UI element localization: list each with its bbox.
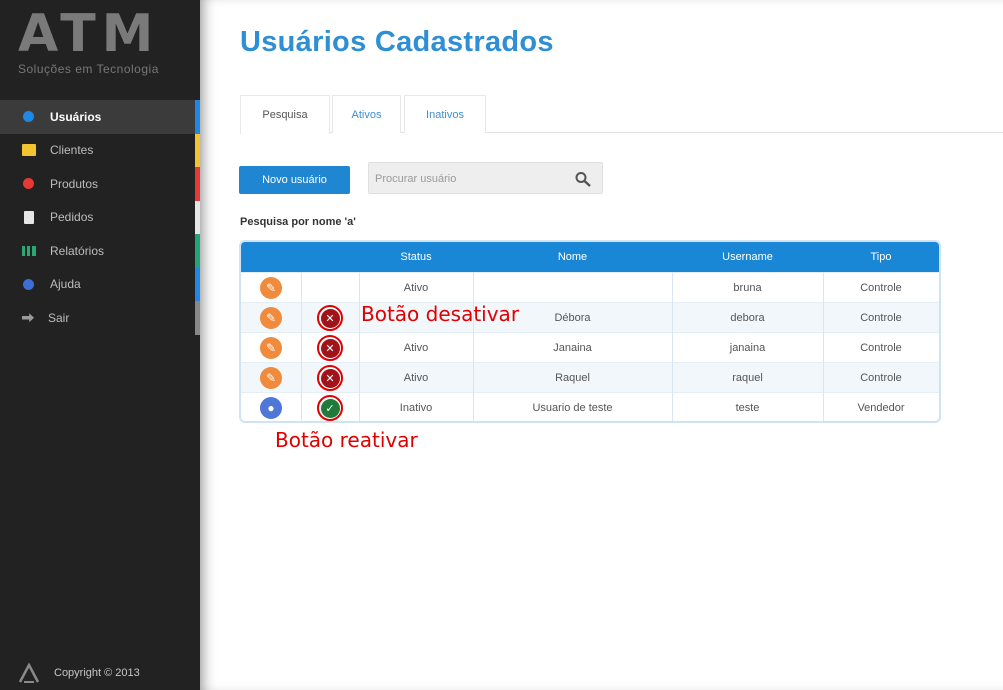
close-icon: ✕	[320, 308, 340, 328]
type-cell: Vendedor	[857, 402, 905, 414]
users-table: Status Nome Username Tipo ✎ Ativo bruna …	[239, 240, 941, 423]
sidebar: ATM Soluções em Tecnologia Usuários Clie…	[0, 0, 200, 690]
sidebar-item-relatorios[interactable]: Relatórios	[0, 234, 200, 268]
column-divider	[301, 272, 302, 421]
column-header-tipo[interactable]: Tipo	[823, 242, 939, 272]
type-cell: Controle	[860, 372, 902, 384]
name-cell: Usuario de teste	[532, 402, 613, 414]
username-cell: bruna	[733, 282, 762, 294]
table-row: ● ✓ Inativo Usuario de teste teste Vende…	[241, 392, 939, 421]
row-toggle-cell: ✕	[301, 303, 359, 333]
exit-icon	[22, 313, 34, 323]
row-toggle-cell: ✕	[301, 363, 359, 393]
tab-bar: Pesquisa Ativos Inativos	[240, 95, 1003, 134]
deactivate-button[interactable]: ✕	[317, 305, 343, 331]
view-icon[interactable]: ●	[260, 397, 282, 419]
username-cell: teste	[735, 402, 760, 414]
name-cell	[473, 273, 672, 303]
type-cell: Controle	[860, 342, 902, 354]
sidebar-item-label: Produtos	[50, 176, 99, 191]
sidebar-item-produtos[interactable]: Produtos	[0, 167, 200, 201]
row-action-cell: ●	[241, 393, 301, 421]
sidebar-item-clientes[interactable]: Clientes	[0, 133, 200, 167]
column-divider	[359, 272, 360, 421]
users-icon	[23, 111, 34, 123]
username-cell: debora	[730, 312, 765, 324]
search-icon[interactable]	[574, 171, 592, 187]
status-cell: Ativo	[403, 282, 429, 294]
row-toggle-cell: ✓	[301, 393, 359, 421]
table-row: ✎ ✕ Ativo Raquel raquel Controle	[241, 362, 939, 392]
help-icon	[23, 278, 34, 290]
type-cell: Controle	[860, 282, 902, 294]
sidebar-item-pedidos[interactable]: Pedidos	[0, 200, 200, 234]
row-action-cell: ✎	[241, 303, 301, 333]
sidebar-footer: Copyright © 2013	[18, 662, 140, 684]
sidebar-item-label: Pedidos	[50, 210, 94, 225]
bar-chart-icon	[22, 245, 36, 256]
table-row: ✎ ✕ Ativo Janaina janaina Controle	[241, 332, 939, 362]
deactivate-button[interactable]: ✕	[317, 365, 343, 391]
sidebar-item-label: Sair	[48, 310, 70, 325]
status-cell: Inativo	[399, 402, 433, 414]
search-input[interactable]	[375, 169, 570, 189]
sidebar-item-label: Ajuda	[50, 277, 81, 292]
close-icon: ✕	[320, 338, 340, 358]
search-caption: Pesquisa por nome 'a'	[240, 216, 356, 228]
close-icon: ✕	[320, 368, 340, 388]
copyright-text: Copyright © 2013	[54, 667, 140, 679]
sidebar-item-label: Clientes	[50, 143, 94, 158]
annotation-deactivate: Botão desativar	[361, 302, 520, 326]
sidebar-item-usuarios[interactable]: Usuários	[0, 100, 200, 134]
column-header-nome[interactable]: Nome	[473, 242, 672, 272]
sidebar-item-label: Relatórios	[50, 243, 105, 258]
username-cell: janaina	[729, 342, 766, 354]
column-divider	[823, 272, 824, 421]
status-cell: Ativo	[403, 372, 429, 384]
table-row: ✎ Ativo bruna Controle	[241, 272, 939, 302]
column-header-username[interactable]: Username	[672, 242, 823, 272]
table-row: ✎ ✕ Débora debora Controle	[241, 302, 939, 332]
tab-ativos[interactable]: Ativos	[332, 95, 401, 133]
sidebar-item-sair[interactable]: Sair	[0, 301, 200, 335]
type-cell: Controle	[860, 312, 902, 324]
document-icon	[24, 210, 34, 224]
logo: ATM Soluções em Tecnologia	[18, 8, 188, 80]
main-content: Usuários Cadastrados Pesquisa Ativos Ina…	[200, 0, 1003, 690]
sidebar-item-label: Usuários	[50, 109, 102, 124]
envelope-icon	[22, 144, 36, 157]
edit-icon[interactable]: ✎	[260, 337, 282, 359]
tab-inativos[interactable]: Inativos	[404, 95, 486, 133]
row-action-cell: ✎	[241, 333, 301, 363]
row-action-cell: ✎	[241, 363, 301, 393]
search-box	[368, 162, 603, 194]
column-divider	[672, 272, 673, 421]
deactivate-button[interactable]: ✕	[317, 335, 343, 361]
logo-small-icon	[18, 662, 40, 683]
row-toggle-cell	[301, 273, 359, 303]
edit-icon[interactable]: ✎	[260, 307, 282, 329]
products-icon	[23, 178, 34, 190]
row-action-cell: ✎	[241, 273, 301, 303]
annotation-reactivate: Botão reativar	[275, 428, 418, 452]
edit-icon[interactable]: ✎	[260, 277, 282, 299]
status-cell: Ativo	[403, 342, 429, 354]
logo-mark: ATM	[18, 4, 160, 64]
name-cell: Janaina	[553, 342, 592, 354]
row-toggle-cell: ✕	[301, 333, 359, 363]
check-icon: ✓	[320, 398, 340, 418]
logo-tagline: Soluções em Tecnologia	[18, 62, 159, 76]
sidebar-nav: Usuários Clientes Produtos Pedidos Relat…	[0, 100, 200, 335]
username-cell: raquel	[732, 372, 763, 384]
table-header: Status Nome Username Tipo	[241, 242, 939, 272]
tab-pesquisa[interactable]: Pesquisa	[240, 95, 330, 134]
page-title: Usuários Cadastrados	[240, 26, 554, 58]
edit-icon[interactable]: ✎	[260, 367, 282, 389]
column-header-status[interactable]: Status	[359, 242, 473, 272]
reactivate-button[interactable]: ✓	[317, 395, 343, 421]
name-cell: Raquel	[555, 372, 590, 384]
sidebar-item-ajuda[interactable]: Ajuda	[0, 267, 200, 301]
new-user-button[interactable]: Novo usuário	[239, 166, 350, 194]
column-divider	[473, 272, 474, 421]
